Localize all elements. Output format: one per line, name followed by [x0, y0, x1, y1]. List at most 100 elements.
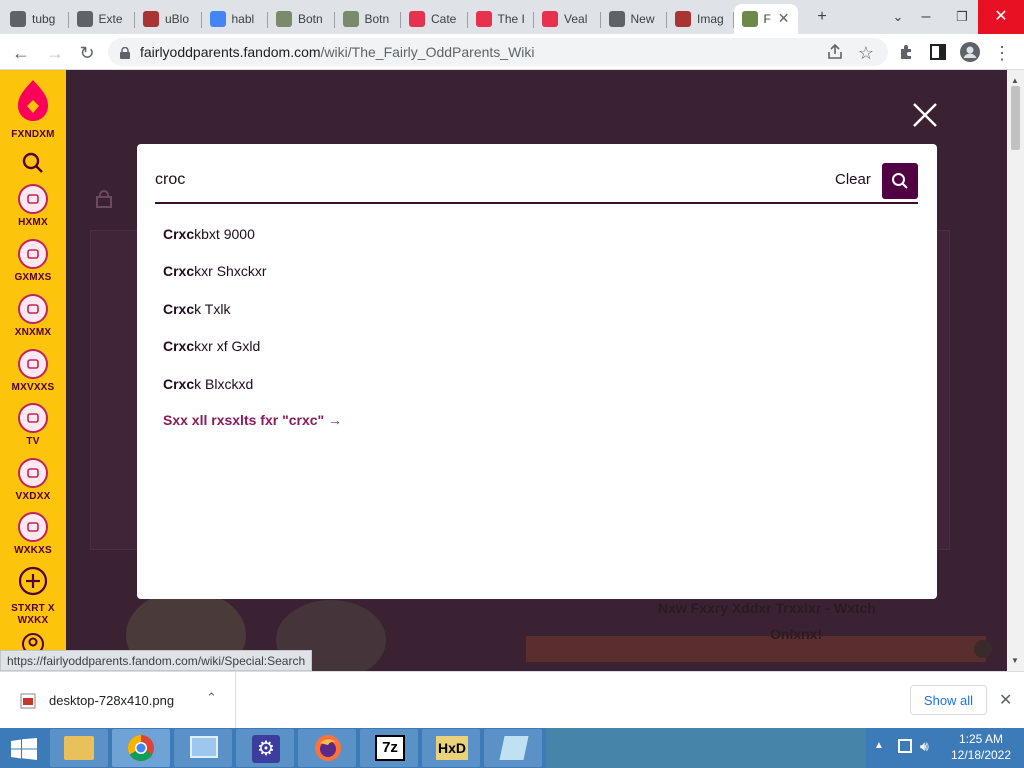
window-close-button[interactable]: ✕ [978, 0, 1024, 34]
tab-4[interactable]: Botn [268, 4, 335, 34]
tab-label: Botn [364, 12, 390, 26]
taskbar-notepad[interactable] [484, 729, 542, 767]
download-chevron-icon[interactable]: ⌃ [206, 690, 217, 706]
anime-icon [18, 294, 48, 324]
sidebar-item-3[interactable]: MXVXXS [0, 349, 66, 393]
tab-5[interactable]: Botn [335, 4, 401, 34]
sidebar-search-icon[interactable] [0, 152, 66, 179]
fandom-sidebar: FXNDXM HXMX GXMXS XNXMX MXVXXS TV VXDXX WXKXS … [0, 70, 66, 671]
plant-icon [276, 11, 292, 27]
sidebar-item-1[interactable]: GXMXS [0, 239, 66, 283]
browser-toolbar: ← → ↻ fairlyoddparents.fandom.com/wiki/T… [0, 34, 1024, 70]
gear-icon: ⚙ [252, 735, 280, 763]
tab-strip: tubg Exte uBlo habl Botn Botn Cate The I Veal New… [0, 0, 1024, 34]
forward-button[interactable]: → [44, 42, 66, 64]
taskbar-control-panel[interactable] [174, 729, 232, 767]
tab-9[interactable]: New [601, 4, 667, 34]
address-bar[interactable]: fairlyoddparents.fandom.com/wiki/The_Fai… [108, 38, 888, 66]
download-filename: desktop-728x410.png [49, 693, 175, 708]
new-tab-button[interactable]: + [808, 6, 836, 28]
url-path: /wiki/The_Fairly_OddParents_Wiki [320, 44, 535, 60]
show-all-button[interactable]: Show all [910, 685, 987, 715]
sidebar-item-6[interactable]: WXKXS [0, 512, 66, 556]
scrollbar-thumb[interactable] [1011, 86, 1020, 150]
taskbar-hex-editor[interactable]: HxD [422, 729, 480, 767]
tab-2[interactable]: uBlo [135, 4, 202, 34]
suggestion-match: Crxc [163, 301, 195, 317]
suggestion-match: Crxc [163, 263, 195, 279]
tab-8[interactable]: Veal [534, 4, 601, 34]
taskbar-clock[interactable]: 1:25 AM 12/18/2022 [938, 731, 1024, 763]
sidebar-item-label: HXMX [18, 217, 48, 228]
search-submit-button[interactable] [882, 163, 918, 199]
tab-label: F [763, 12, 771, 26]
sidebar-item-2[interactable]: XNXMX [0, 294, 66, 338]
restore-button[interactable]: ❐ [948, 6, 976, 28]
fandom-logo[interactable]: FXNDXM [0, 78, 66, 140]
ad-banner-ghost [526, 636, 986, 662]
download-bar-close-icon[interactable]: ✕ [999, 690, 1012, 710]
clear-button[interactable]: Clear [835, 171, 871, 188]
control-panel-icon [190, 736, 218, 758]
extensions-icon[interactable] [896, 43, 918, 65]
tab-label: Botn [298, 12, 323, 26]
reload-button[interactable]: ↻ [76, 42, 98, 64]
download-item[interactable]: desktop-728x410.png ⌃ [0, 672, 236, 728]
plus-circle-icon [18, 566, 48, 596]
page-scrollbar[interactable]: ▲ ▼ [1007, 70, 1024, 671]
modal-close-icon[interactable] [910, 100, 940, 130]
tab-search-chevron-icon[interactable]: ⌄ [884, 6, 912, 28]
tab-7[interactable]: The I [468, 4, 534, 34]
search-suggestion[interactable]: Crxck Blxckxd [163, 376, 253, 392]
volume-icon[interactable]: 🔊︎ [920, 738, 929, 755]
ad-close-ghost-icon [974, 640, 992, 658]
sidebar-item-label: GXMXS [14, 272, 52, 283]
notepad-icon [499, 736, 529, 760]
suggestion-rest: k Txlk [194, 301, 231, 317]
bookmark-star-icon[interactable]: ☆ [855, 42, 877, 64]
scroll-down-icon[interactable]: ▼ [1011, 656, 1019, 665]
tab-10[interactable]: Imag [667, 4, 734, 34]
tray-arrow-icon[interactable]: ▲ [874, 740, 884, 751]
tab-0[interactable]: tubg [2, 4, 69, 34]
clock-date: 12/18/2022 [950, 748, 1012, 762]
scroll-up-icon[interactable]: ▲ [1011, 76, 1019, 85]
sidebar-start-wiki[interactable]: STXRT X WXKX [0, 566, 66, 627]
minimize-button[interactable]: – [912, 6, 940, 28]
tab-6[interactable]: Cate [401, 4, 468, 34]
suggestion-rest: kbxt 9000 [194, 226, 255, 242]
search-suggestion[interactable]: Crxckxr Shxckxr [163, 263, 266, 279]
fandom-icon [542, 11, 558, 27]
taskbar-7zip[interactable]: 7z [360, 729, 418, 767]
profile-avatar[interactable] [959, 42, 981, 64]
tab-11[interactable]: F ✕ [733, 4, 798, 34]
share-icon[interactable] [824, 43, 846, 65]
taskbar-chrome[interactable] [112, 729, 170, 767]
taskbar-settings[interactable]: ⚙ [236, 729, 294, 767]
tab-3[interactable]: habl [202, 4, 268, 34]
side-panel-icon[interactable] [927, 43, 949, 65]
sidebar-item-0[interactable]: HXMX [0, 184, 66, 228]
see-all-results-link[interactable]: Sxx xll rxsxlts fxr "crxc" → [163, 412, 342, 428]
search-suggestion[interactable]: Crxck Txlk [163, 301, 230, 317]
fandom-brand-label: FXNDXM [11, 129, 55, 140]
search-input[interactable] [155, 166, 815, 194]
image-file-icon [20, 693, 36, 709]
gamepad-icon [18, 239, 48, 269]
back-button[interactable]: ← [10, 42, 32, 64]
network-icon[interactable] [898, 739, 912, 753]
search-suggestion[interactable]: Crxckbxt 9000 [163, 226, 255, 242]
start-wiki-label-2: WXKX [17, 615, 49, 626]
tab-label: uBlo [165, 12, 190, 26]
folder-icon [64, 736, 94, 760]
sidebar-item-5[interactable]: VXDXX [0, 458, 66, 502]
menu-kebab-icon[interactable]: ⋮ [991, 42, 1013, 64]
start-button[interactable] [0, 729, 48, 767]
search-suggestion[interactable]: Crxckxr xf Gxld [163, 338, 260, 354]
chrome-icon [608, 11, 625, 27]
sidebar-item-4[interactable]: TV [0, 403, 66, 447]
taskbar-firefox[interactable] [298, 729, 356, 767]
tab-close-icon[interactable]: ✕ [778, 10, 790, 27]
taskbar-explorer[interactable] [50, 729, 108, 767]
tab-1[interactable]: Exte [69, 4, 135, 34]
